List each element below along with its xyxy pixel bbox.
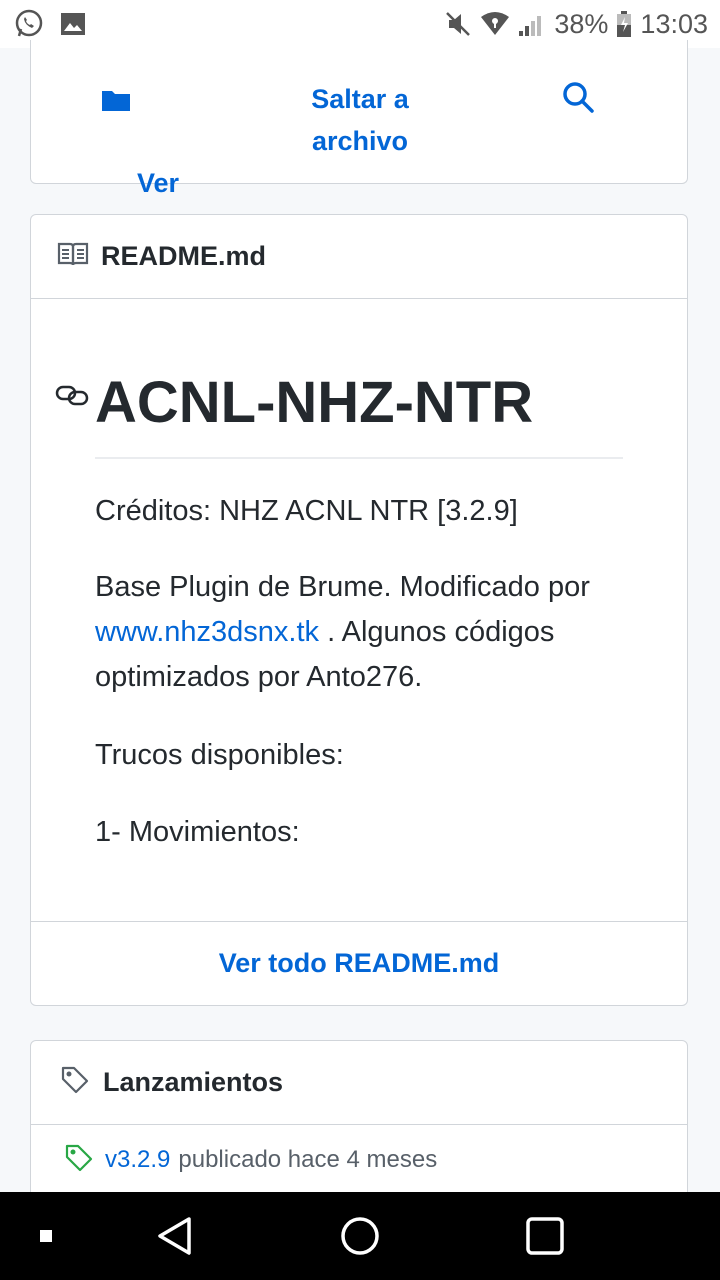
- tricks-text: Trucos disponibles:: [95, 739, 344, 771]
- release-meta: publicado hace 4 meses: [178, 1146, 438, 1173]
- home-button[interactable]: [340, 1216, 380, 1256]
- nhz-link[interactable]: www.nhz3dsnx.tk: [95, 616, 319, 648]
- whatsapp-icon: [14, 9, 44, 39]
- readme-body: ACNL-NHZ-NTR Créditos: NHZ ACNL NTR [3.2…: [31, 299, 687, 921]
- recents-square-icon: [526, 1217, 564, 1255]
- menu-button[interactable]: [40, 1230, 52, 1242]
- wifi-icon: [480, 11, 510, 37]
- battery-icon: [616, 10, 632, 38]
- anchor-link-icon[interactable]: [55, 381, 89, 414]
- item-1-text: 1- Movimientos:: [95, 816, 300, 848]
- android-nav-bar: [0, 1192, 720, 1280]
- signal-icon: [518, 11, 546, 37]
- mute-icon: [444, 10, 472, 38]
- readme-heading: ACNL-NHZ-NTR: [95, 370, 534, 435]
- release-tag-icon: [65, 1144, 93, 1177]
- readme-card: README.md ACNL-NHZ-NTR Créditos: NHZ ACN…: [30, 214, 688, 1006]
- tag-icon: [61, 1066, 89, 1099]
- view-code-line-1: Ver: [137, 168, 180, 198]
- search-button[interactable]: [561, 80, 595, 126]
- release-item[interactable]: v3.2.9 publicado hace 4 meses: [31, 1125, 687, 1195]
- credits-text: Créditos: NHZ ACNL NTR [3.2.9]: [95, 495, 518, 527]
- heading-divider: [95, 457, 623, 459]
- code-nav-card: Vercódigo Saltar a archivo: [30, 40, 688, 240]
- base-plugin-paragraph: Base Plugin de Brume. Modificado por www…: [95, 565, 635, 700]
- battery-percent: 38%: [554, 8, 609, 39]
- view-all-readme-label: Ver todo README.md: [218, 948, 500, 978]
- recents-button[interactable]: [526, 1217, 564, 1255]
- readme-header: README.md: [31, 215, 687, 299]
- back-triangle-icon: [158, 1217, 191, 1255]
- book-icon: [57, 241, 89, 272]
- image-icon: [60, 12, 86, 36]
- folder-icon: [102, 91, 130, 111]
- search-icon: [563, 82, 594, 113]
- release-version[interactable]: v3.2.9: [105, 1146, 170, 1174]
- releases-header: Lanzamientos: [31, 1041, 687, 1125]
- back-button[interactable]: [156, 1216, 194, 1256]
- home-circle-icon: [341, 1217, 379, 1255]
- jump-to-file-link[interactable]: Saltar a archivo: [301, 78, 419, 162]
- readme-filename: README.md: [101, 241, 267, 271]
- clock: 13:03: [640, 8, 708, 39]
- square-dot-icon: [40, 1230, 52, 1242]
- base-prefix: Base Plugin de Brume. Modificado por: [95, 571, 590, 603]
- releases-title: Lanzamientos: [103, 1067, 284, 1097]
- view-all-readme-link[interactable]: Ver todo README.md: [31, 921, 687, 1005]
